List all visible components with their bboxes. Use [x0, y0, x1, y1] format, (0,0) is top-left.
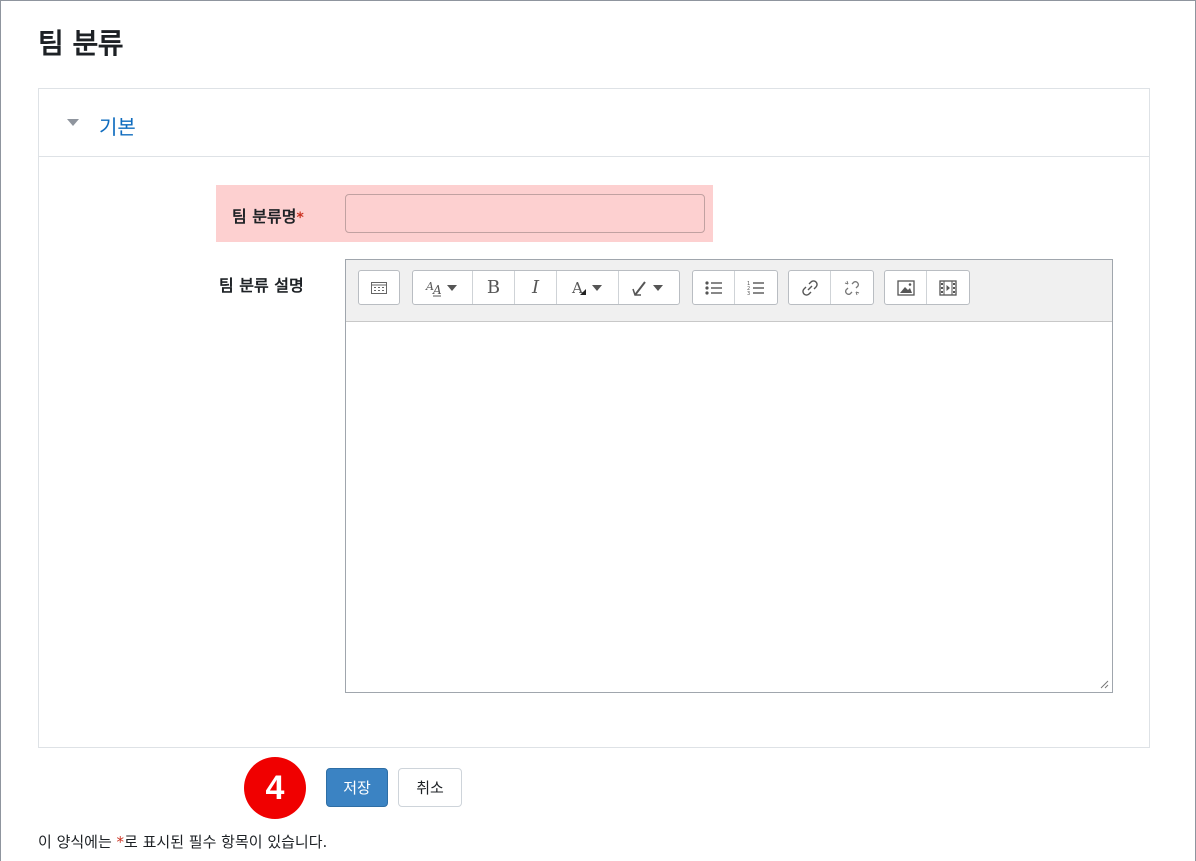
media-icon[interactable] — [927, 271, 969, 304]
editor-content-area[interactable] — [346, 322, 1112, 692]
toolbar-group-1 — [358, 270, 400, 305]
toolbar-toggle-icon[interactable] — [359, 271, 399, 304]
svg-text:3: 3 — [747, 291, 750, 296]
unordered-list-icon[interactable] — [693, 271, 735, 304]
editor-toolbar: AA B I A 123 — [346, 260, 1112, 322]
required-fields-note: 이 양식에는 *로 표시된 필수 항목이 있습니다. — [38, 831, 327, 852]
svg-text:A: A — [432, 283, 442, 297]
link-icon[interactable] — [789, 271, 831, 304]
italic-icon[interactable]: I — [515, 271, 557, 304]
unlink-icon[interactable] — [831, 271, 873, 304]
fieldset-basic: 기본 팀 분류명* 팀 분류 설명 AA B I A 1 2 3 — [38, 88, 1150, 748]
caret-down-icon[interactable] — [67, 119, 79, 126]
fieldset-legend[interactable]: 기본 — [99, 111, 136, 140]
font-style-icon[interactable]: AA — [413, 271, 473, 304]
note-text-before: 이 양식에는 — [38, 833, 117, 851]
image-icon[interactable] — [885, 271, 927, 304]
toolbar-group-3: 123 — [692, 270, 778, 305]
ordered-list-icon[interactable]: 123 — [735, 271, 777, 304]
description-editor: AA B I A 123 — [345, 259, 1113, 693]
name-label: 팀 분류명* — [232, 207, 304, 226]
cancel-button[interactable]: 취소 — [398, 768, 462, 807]
toolbar-group-2: AA B I A — [412, 270, 680, 305]
highlight-icon[interactable] — [619, 271, 679, 304]
required-star: * — [296, 210, 304, 226]
toolbar-group-4 — [788, 270, 874, 305]
fieldset-header[interactable]: 기본 — [39, 89, 1149, 157]
save-button[interactable]: 저장 — [326, 768, 388, 807]
bold-icon[interactable]: B — [473, 271, 515, 304]
note-required-star: * — [116, 833, 125, 851]
toolbar-group-5 — [884, 270, 970, 305]
text-color-icon[interactable]: A — [557, 271, 619, 304]
bold-glyph: B — [486, 277, 501, 298]
name-row: 팀 분류명* — [216, 185, 713, 242]
page-title: 팀 분류 — [38, 27, 124, 60]
italic-glyph: I — [531, 277, 540, 298]
resize-handle-icon[interactable] — [1099, 679, 1109, 689]
step-badge: 4 — [244, 757, 306, 819]
description-label: 팀 분류 설명 — [219, 276, 304, 295]
note-text-after: 로 표시된 필수 항목이 있습니다. — [124, 833, 328, 851]
name-input[interactable] — [345, 194, 705, 233]
